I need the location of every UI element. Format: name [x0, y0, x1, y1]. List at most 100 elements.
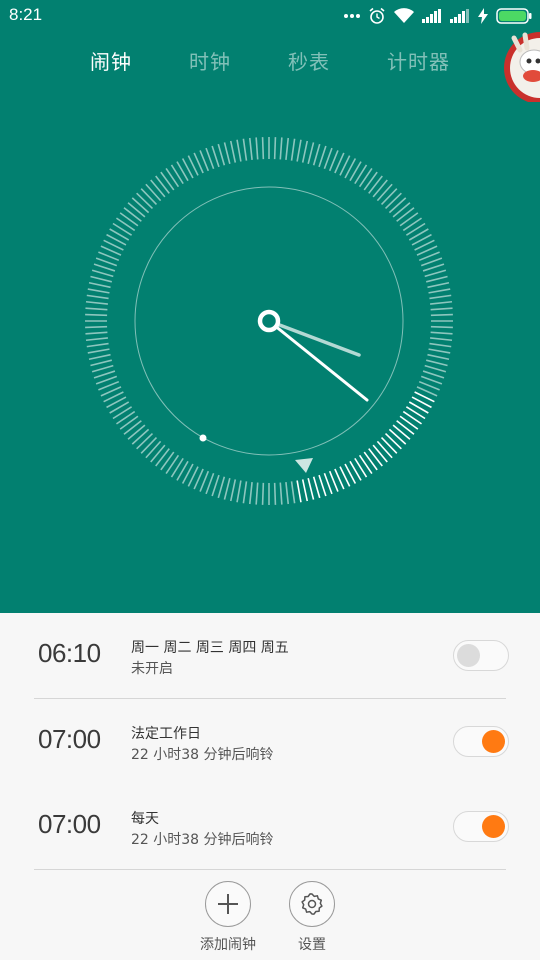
clock-tick — [430, 300, 453, 305]
hour-hand — [267, 319, 361, 357]
clock-tick — [290, 481, 296, 504]
toggle-knob — [482, 815, 505, 838]
clock-tick — [428, 348, 451, 354]
alarm-item[interactable]: 07:00 每天 22 小时38 分钟后响铃 — [0, 784, 540, 869]
tab-timer[interactable]: 计时器 — [387, 46, 450, 75]
clock-tick — [427, 281, 450, 289]
clock-tick — [402, 217, 422, 232]
add-icon-circle[interactable] — [205, 881, 251, 927]
add-alarm-label: 添加闹钟 — [200, 937, 256, 953]
clock-tick — [205, 147, 215, 170]
alarm-time: 07:00 — [38, 724, 101, 754]
clock-tick — [430, 313, 453, 317]
add-alarm-button[interactable]: 添加闹钟 — [188, 881, 268, 954]
clock-tick — [307, 477, 315, 500]
tab-stopwatch[interactable]: 秒表 — [288, 46, 330, 75]
clock-tick — [85, 307, 108, 311]
clock-tick — [136, 192, 154, 210]
clock-tick — [296, 139, 302, 162]
alarm-item[interactable]: 07:00 法定工作日 22 小时38 分钟后响铃 — [0, 699, 540, 784]
clock-tick — [85, 337, 108, 342]
alarm-toggle[interactable] — [453, 811, 509, 842]
clock-tick — [123, 207, 142, 222]
clock-tick — [358, 168, 373, 188]
clock-tick — [396, 207, 415, 222]
clock-tick — [85, 331, 108, 335]
alarm-toggle[interactable] — [453, 640, 509, 671]
clock-tick — [384, 192, 402, 210]
clock-tick — [307, 142, 315, 165]
clock-tick — [242, 138, 248, 161]
clock-header: 8:21 闹钟 时钟 秒表 计时器 — [0, 0, 540, 613]
alarm-repeat: 周一 周二 周三 周四 周五 — [131, 640, 289, 656]
clock-tick — [424, 269, 447, 278]
tab-alarm[interactable]: 闹钟 — [90, 46, 132, 75]
clock-tick — [290, 138, 296, 161]
clock-tick — [318, 145, 327, 168]
alarm-toggle[interactable] — [453, 726, 509, 757]
clock-tick — [279, 137, 283, 160]
clock-tick — [380, 436, 398, 454]
clock-tick — [236, 480, 242, 503]
alarm-item[interactable]: 06:10 周一 周二 周三 周四 周五 未开启 — [0, 613, 540, 698]
clock-tick — [279, 482, 283, 505]
clock-tick — [90, 275, 113, 283]
settings-icon-circle[interactable] — [289, 881, 335, 927]
gear-icon — [301, 893, 323, 915]
divider — [34, 869, 506, 870]
clock-tick — [425, 359, 448, 367]
more-dots-icon — [344, 14, 360, 18]
clock-tick — [384, 432, 402, 450]
clock-tick — [422, 263, 445, 272]
clock-tick — [86, 342, 109, 348]
tab-world-clock[interactable]: 时钟 — [189, 46, 231, 75]
clock-tick — [430, 337, 453, 342]
clock-tick — [420, 257, 443, 267]
clock-tick — [430, 331, 453, 335]
alarm-time: 06:10 — [38, 638, 101, 668]
mascot-avatar[interactable] — [500, 28, 540, 102]
plus-icon — [218, 894, 238, 914]
clock-tick — [136, 432, 154, 450]
settings-button[interactable]: 设置 — [272, 881, 352, 954]
clock-tick — [301, 140, 309, 163]
clock-tick — [376, 440, 393, 459]
clock-tick — [229, 140, 237, 163]
clock-tick — [140, 188, 158, 206]
clock-tick — [229, 479, 237, 502]
clock-tick — [428, 288, 451, 294]
clock-tick — [211, 474, 220, 497]
clock-tick — [248, 137, 253, 160]
clock-tick — [223, 142, 231, 165]
clock-tick — [160, 451, 175, 471]
alarm-status: 22 小时38 分钟后响铃 — [131, 747, 274, 763]
clock-tick — [372, 444, 388, 463]
second-dot — [199, 434, 207, 442]
clock-tick — [85, 325, 108, 329]
tab-bar: 闹钟 时钟 秒表 计时器 — [0, 46, 540, 86]
battery-icon — [496, 8, 532, 24]
clock-tick — [312, 143, 321, 166]
clock-tick — [424, 364, 447, 373]
clock-tick — [248, 482, 253, 505]
minute-hand — [267, 319, 369, 402]
toggle-knob — [482, 730, 505, 753]
clock-tick — [116, 217, 136, 232]
clock-tick — [87, 288, 110, 294]
clock-tick — [296, 480, 302, 503]
clock-tick — [273, 482, 277, 505]
clock-tick — [223, 477, 231, 500]
clock-tick — [358, 454, 373, 474]
alarm-repeat: 法定工作日 — [131, 726, 201, 742]
clock-tick — [285, 137, 290, 160]
clock-tick — [318, 474, 327, 497]
clock-tick — [119, 415, 139, 430]
clock-tick — [388, 197, 407, 214]
clock-tick — [368, 175, 383, 194]
clock-tick — [150, 179, 166, 198]
clock-tick — [380, 188, 398, 206]
clock-tick — [255, 482, 259, 505]
clock-tick — [429, 342, 452, 348]
clock-tick — [205, 472, 215, 495]
clock-tick — [160, 171, 175, 191]
